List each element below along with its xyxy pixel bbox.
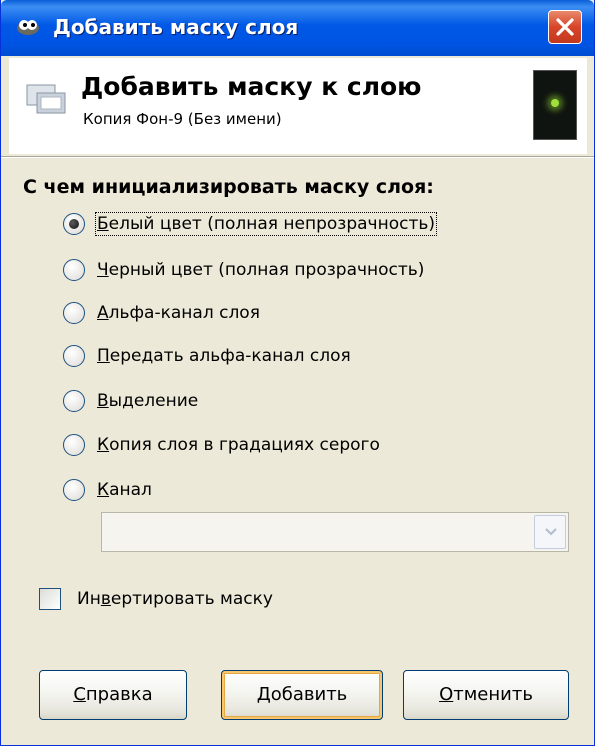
checkbox-label: Инвертировать маску — [77, 589, 273, 609]
close-button[interactable] — [548, 10, 582, 44]
radio-selection[interactable]: Выделение — [63, 387, 198, 415]
radio-channel[interactable]: Канал — [63, 476, 152, 504]
radio-label: Альфа-канал слоя — [97, 303, 260, 323]
radio-indicator[interactable] — [63, 345, 85, 367]
combo-dropdown-button[interactable] — [534, 515, 566, 549]
help-button[interactable]: Справка — [39, 670, 187, 720]
radio-indicator[interactable] — [63, 302, 85, 324]
gimp-icon — [17, 20, 39, 35]
radio-grayscale-copy[interactable]: Копия слоя в градациях серого — [63, 431, 380, 459]
invert-mask-checkbox[interactable]: Инвертировать маску — [39, 588, 273, 610]
header-title: Добавить маску к слою — [81, 72, 422, 101]
radio-label: Выделение — [97, 391, 199, 411]
checkbox-box[interactable] — [39, 588, 61, 610]
dialog-window: Добавить маску слоя Добавить маску к сло… — [0, 0, 595, 746]
close-icon — [556, 18, 574, 36]
header-separator — [1, 156, 594, 158]
radio-indicator[interactable] — [63, 434, 85, 456]
chevron-down-icon — [545, 528, 557, 536]
radio-white[interactable]: Белый цвет (полная непрозрачность) — [63, 210, 437, 238]
layer-name: Копия Фон-9 (Без имени) — [83, 110, 282, 128]
dialog-header: Добавить маску к слою Копия Фон-9 (Без и… — [9, 58, 587, 154]
title-bar[interactable]: Добавить маску слоя — [1, 0, 594, 56]
channel-combo[interactable] — [101, 512, 569, 552]
radio-indicator[interactable] — [63, 390, 85, 412]
add-button[interactable]: Добавить — [221, 670, 383, 720]
thumbnail-highlight — [551, 99, 559, 107]
radio-indicator[interactable] — [63, 479, 85, 501]
radio-black[interactable]: Черный цвет (полная прозрачность) — [63, 256, 424, 284]
layer-mask-icon — [26, 84, 66, 114]
radio-label: Черный цвет (полная прозрачность) — [97, 260, 425, 280]
window-title: Добавить маску слоя — [53, 15, 299, 39]
radio-label: Копия слоя в градациях серого — [97, 435, 380, 455]
radio-label: Канал — [97, 480, 152, 500]
layer-thumbnail — [533, 70, 577, 140]
init-section-label: С чем инициализировать маску слоя: — [23, 176, 434, 198]
radio-label: Белый цвет (полная непрозрачность) — [95, 212, 437, 236]
radio-transfer-alpha[interactable]: Передать альфа-канал слоя — [63, 342, 351, 370]
radio-indicator[interactable] — [63, 213, 85, 235]
radio-label: Передать альфа-канал слоя — [97, 346, 351, 366]
radio-alpha[interactable]: Альфа-канал слоя — [63, 299, 260, 327]
radio-indicator[interactable] — [63, 259, 85, 281]
cancel-button[interactable]: Отменить — [403, 670, 569, 720]
